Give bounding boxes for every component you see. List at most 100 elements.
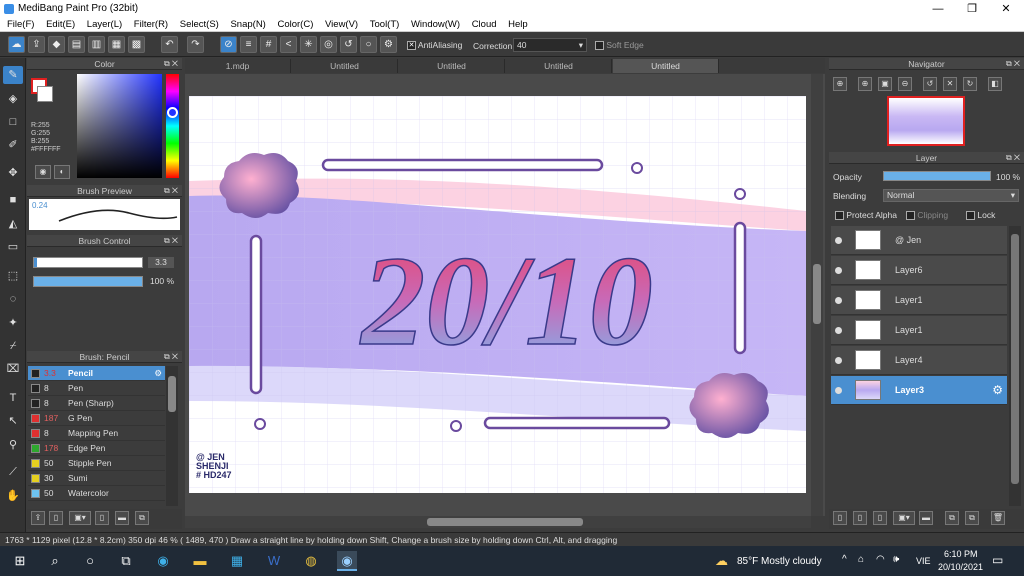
- antialiasing-toggle[interactable]: ✕ AntiAliasing: [407, 40, 462, 51]
- visibility-eye-icon[interactable]: [835, 237, 842, 244]
- fit-window-icon[interactable]: ▣: [878, 77, 892, 91]
- zoom-out-icon[interactable]: ⊖: [898, 77, 912, 91]
- bucket-tool-icon[interactable]: ◭: [3, 215, 23, 233]
- menu-help[interactable]: Help: [508, 18, 528, 32]
- snap-vanish-icon[interactable]: <: [280, 36, 297, 53]
- menu-filter[interactable]: Filter(R): [134, 18, 168, 32]
- visibility-eye-icon[interactable]: [835, 297, 842, 304]
- volume-icon[interactable]: 🕪: [893, 554, 899, 565]
- color-mode-button[interactable]: ◉: [35, 165, 51, 179]
- menu-layer[interactable]: Layer(L): [87, 18, 122, 32]
- tab-untitled-2[interactable]: Untitled: [399, 59, 505, 73]
- antialiasing-checkbox[interactable]: ✕: [407, 41, 416, 51]
- menu-file[interactable]: File(F): [7, 18, 34, 32]
- soft-edge-checkbox[interactable]: [595, 41, 604, 51]
- task-view-icon[interactable]: ⧉: [116, 551, 136, 571]
- move-tool-icon[interactable]: ✥: [3, 164, 23, 182]
- snap-cross-icon[interactable]: #: [260, 36, 277, 53]
- brush-item-edge-pen[interactable]: 178 Edge Pen: [28, 441, 165, 456]
- rotate-right-icon[interactable]: ↻: [963, 77, 977, 91]
- chrome-icon[interactable]: ◍: [301, 551, 321, 571]
- cloud-icon[interactable]: ☁: [8, 36, 25, 53]
- visibility-eye-icon[interactable]: [835, 267, 842, 274]
- chat-icon[interactable]: ▤: [68, 36, 85, 53]
- brush-size-value[interactable]: 3.3: [148, 257, 174, 268]
- merge-layer-icon[interactable]: ⧉: [965, 511, 979, 525]
- page-icon[interactable]: ▥: [88, 36, 105, 53]
- zoom-in-icon[interactable]: ⊕: [833, 77, 847, 91]
- brush-item-g-pen[interactable]: 187 G Pen: [28, 411, 165, 426]
- brush-size-slider[interactable]: [33, 257, 143, 268]
- flip-icon[interactable]: ◧: [988, 77, 1002, 91]
- maximize-button[interactable]: ❐: [955, 0, 989, 18]
- network-icon[interactable]: ⌂: [858, 554, 864, 565]
- canvas-hscroll[interactable]: [185, 516, 811, 528]
- color-swap-button[interactable]: ◐: [54, 165, 70, 179]
- select-pen-icon[interactable]: ⌿: [3, 337, 23, 355]
- snap-off-icon[interactable]: ⊘: [220, 36, 237, 53]
- layer-row[interactable]: Layer1: [831, 316, 1007, 345]
- gear-icon[interactable]: ⚙: [992, 383, 1003, 397]
- layers-grid-icon[interactable]: ▦: [108, 36, 125, 53]
- layer-row[interactable]: Layer4: [831, 346, 1007, 375]
- menu-cloud[interactable]: Cloud: [472, 18, 497, 32]
- color-picker-square[interactable]: [77, 74, 162, 178]
- brush-tool-icon[interactable]: ✎: [3, 66, 23, 84]
- brush-menu-icon[interactable]: ▣▾: [69, 511, 91, 525]
- tab-untitled-4[interactable]: Untitled: [613, 59, 719, 73]
- delete-layer-icon[interactable]: 🗑: [991, 511, 1005, 525]
- hue-handle[interactable]: [167, 107, 178, 118]
- menu-select[interactable]: Select(S): [180, 18, 219, 32]
- folder-icon[interactable]: ▬: [115, 511, 129, 525]
- menu-window[interactable]: Window(W): [411, 18, 460, 32]
- correction-select[interactable]: 40 ▾: [513, 38, 587, 52]
- hand-tool-icon[interactable]: ✋: [3, 487, 23, 505]
- upload-icon[interactable]: ⇪: [28, 36, 45, 53]
- panel-close-icon[interactable]: ⧉ ✕: [1006, 58, 1020, 70]
- medibang-taskbar-icon[interactable]: ◉: [337, 551, 357, 571]
- snap-settings-icon[interactable]: ⚙: [380, 36, 397, 53]
- hue-slider[interactable]: [166, 74, 179, 178]
- snap-circle-icon[interactable]: ◎: [320, 36, 337, 53]
- menu-color[interactable]: Color(C): [277, 18, 313, 32]
- layer-opacity-slider[interactable]: [883, 171, 991, 181]
- menu-tool[interactable]: Tool(T): [370, 18, 400, 32]
- brush-item-watercolor[interactable]: 50 Watercolor: [28, 486, 165, 501]
- copy-brush-icon[interactable]: ▯: [95, 511, 109, 525]
- word-icon[interactable]: W: [264, 551, 284, 571]
- folder-icon[interactable]: ▬: [919, 511, 933, 525]
- new-1bit-layer-icon[interactable]: ▯: [873, 511, 887, 525]
- layer-list-scrollbar[interactable]: [1009, 226, 1021, 506]
- rect-tool-icon[interactable]: □: [3, 113, 23, 131]
- language-indicator[interactable]: VIE: [916, 556, 931, 566]
- brush-item-pencil[interactable]: 3.3 Pencil ⚙: [28, 366, 165, 381]
- wifi-icon[interactable]: ◠: [876, 554, 885, 565]
- windows-start-icon[interactable]: ⊞: [10, 551, 30, 571]
- tab-untitled-1[interactable]: Untitled: [292, 59, 398, 73]
- weather-text[interactable]: 85°F Mostly cloudy: [737, 556, 822, 567]
- redo-icon[interactable]: ↷: [187, 36, 204, 53]
- new-brush-icon[interactable]: ▯: [49, 511, 63, 525]
- snap-parallel-icon[interactable]: ≡: [240, 36, 257, 53]
- eraser-tool-icon[interactable]: ◈: [3, 90, 23, 108]
- menu-edit[interactable]: Edit(E): [46, 18, 75, 32]
- protect-alpha-toggle[interactable]: Protect Alpha: [835, 210, 897, 221]
- brush-item-stipple-pen[interactable]: 50 Stipple Pen: [28, 456, 165, 471]
- visibility-eye-icon[interactable]: [835, 327, 842, 334]
- panel-close-icon[interactable]: ⧉ ✕: [164, 235, 178, 247]
- store-icon[interactable]: ▦: [227, 551, 247, 571]
- blending-select[interactable]: Normal ▾: [883, 189, 1019, 202]
- gear-icon[interactable]: ⚙: [154, 366, 162, 381]
- canvas-vscroll[interactable]: [811, 74, 823, 516]
- layer-row[interactable]: Layer6: [831, 256, 1007, 285]
- file-explorer-icon[interactable]: ▬: [190, 551, 210, 571]
- brush-item-mapping-pen[interactable]: 8 Mapping Pen: [28, 426, 165, 441]
- text-tool-icon[interactable]: T: [3, 389, 23, 407]
- add-brush-icon[interactable]: ⇪: [31, 511, 45, 525]
- clock-date[interactable]: 20/10/2021: [938, 562, 983, 572]
- divide-tool-icon[interactable]: ⟋: [3, 463, 23, 481]
- brush-item-sumi[interactable]: 30 Sumi: [28, 471, 165, 486]
- operation-tool-icon[interactable]: ↖: [3, 412, 23, 430]
- panel-close-icon[interactable]: ⧉ ✕: [1006, 152, 1020, 164]
- panel-close-icon[interactable]: ⧉ ✕: [164, 58, 178, 70]
